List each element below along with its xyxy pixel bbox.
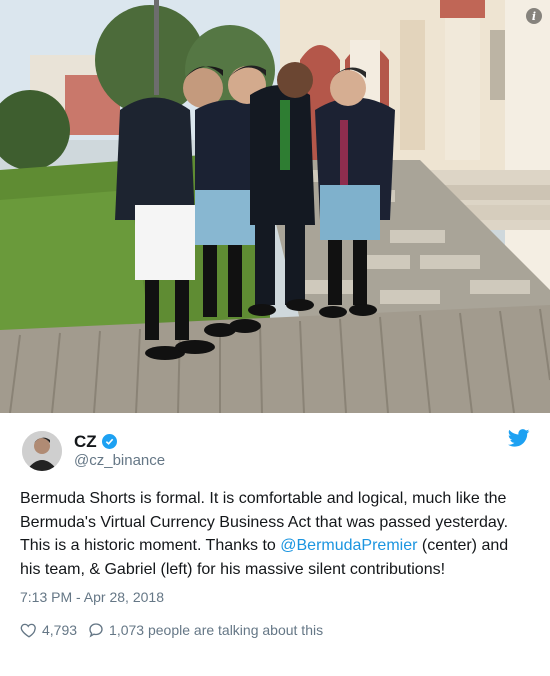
name-row: CZ [74, 431, 165, 452]
photo-illustration [0, 0, 550, 413]
tweet-actions: 4,793 1,073 people are talking about thi… [20, 621, 530, 639]
mention-link[interactable]: @BermudaPremier [280, 537, 417, 554]
verified-badge-icon [101, 434, 117, 450]
display-name[interactable]: CZ [74, 431, 97, 452]
info-icon[interactable]: i [526, 8, 542, 24]
like-action[interactable]: 4,793 [20, 621, 77, 639]
user-handle[interactable]: @cz_binance [74, 452, 165, 471]
tweet-timestamp[interactable]: 7:13 PM - Apr 28, 2018 [20, 589, 530, 605]
conversation-action[interactable]: 1,073 people are talking about this [87, 621, 323, 639]
tweet-photo[interactable]: i [0, 0, 550, 413]
heart-icon [20, 623, 36, 638]
user-info: CZ @cz_binance [74, 431, 165, 471]
twitter-bird-icon[interactable] [508, 429, 530, 447]
like-count: 4,793 [42, 622, 78, 638]
avatar-image [22, 431, 62, 471]
speech-bubble-icon [89, 623, 103, 638]
avatar[interactable] [22, 431, 62, 471]
conversation-text: 1,073 people are talking about this [109, 622, 324, 638]
tweet-text: Bermuda Shorts is formal. It is comforta… [20, 487, 530, 581]
tweet-card: CZ @cz_binance Bermuda Shorts is formal.… [0, 413, 550, 639]
tweet-header: CZ @cz_binance [20, 413, 530, 473]
